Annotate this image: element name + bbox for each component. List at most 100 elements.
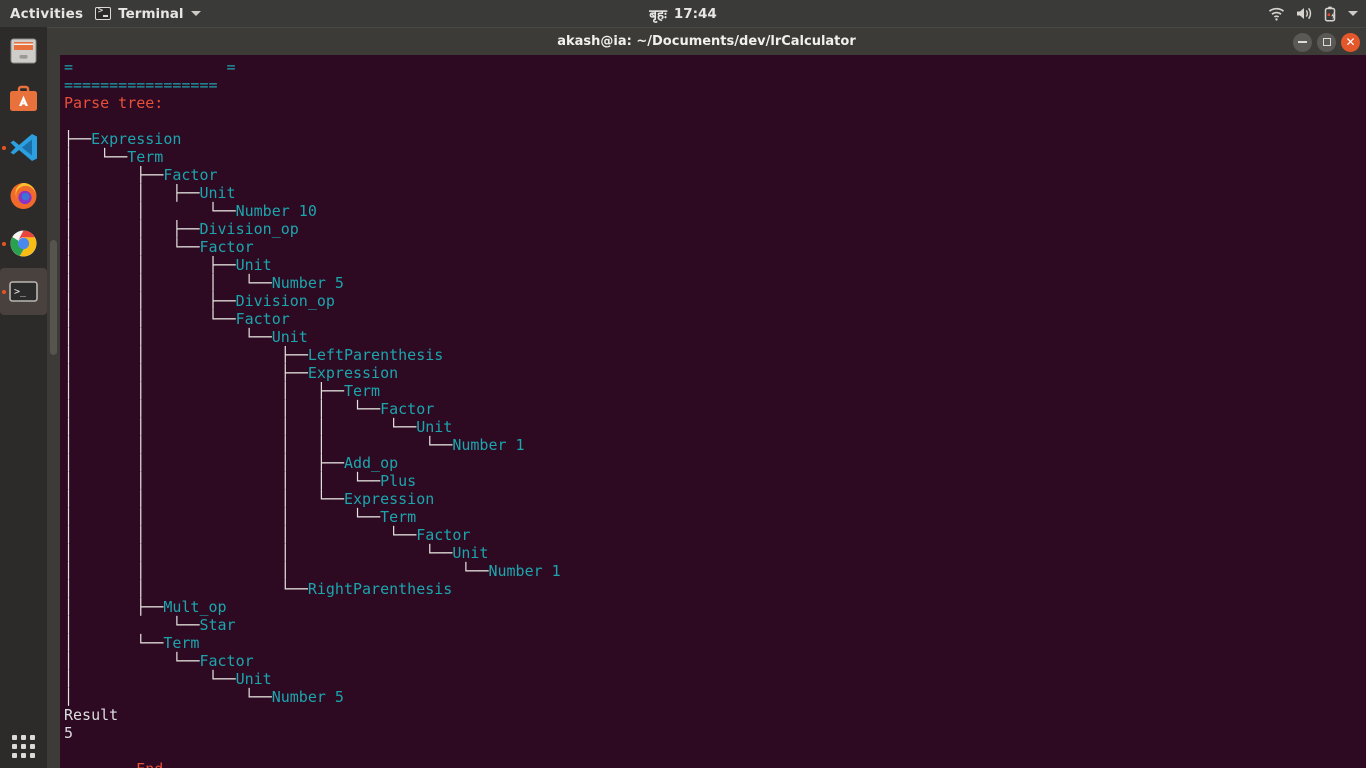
parse-tree-node-label: Plus	[380, 472, 417, 490]
parse-tree-node: │ │ │ ├──Add_op	[64, 454, 399, 472]
clock-day: बृहः	[649, 6, 667, 23]
parse-tree-node-label: Unit	[235, 670, 272, 688]
minimize-icon	[1298, 41, 1307, 43]
parse-tree-node: │ ├──Factor	[64, 166, 218, 184]
terminal-rule-top: = =	[64, 58, 236, 76]
dock-item-files[interactable]	[0, 28, 47, 75]
dock-item-chrome[interactable]	[0, 220, 47, 267]
parse-tree-node: │ └──Star	[64, 616, 236, 634]
dock-item-firefox[interactable]	[0, 172, 47, 219]
parse-tree-node-label: Expression	[307, 364, 399, 382]
maximize-icon	[1322, 38, 1331, 46]
parse-tree-node-label: Factor	[416, 526, 471, 544]
chevron-down-icon[interactable]	[1348, 11, 1358, 16]
parse-tree-node-label: Factor	[163, 166, 218, 184]
parse-tree-node: │ └──Term	[64, 634, 200, 652]
vscode-icon	[6, 130, 41, 165]
clock-area[interactable]: बृहः 17:44	[0, 0, 1366, 27]
parse-tree-node: │ └──Factor	[64, 652, 254, 670]
parse-tree-node: │ │ └──Factor	[64, 238, 254, 256]
parse-tree-node-label: Expression	[91, 130, 182, 148]
parse-tree-node: ├──Expression	[64, 130, 182, 148]
parse-tree-node: │ │ │ │ └──Number 1	[64, 436, 525, 454]
parse-tree-node-label: Number 1	[452, 436, 525, 454]
parse-tree-node: │ │ │ └──Number 1	[64, 562, 561, 580]
parse-tree-node: │ │ ├──Division_op	[64, 220, 299, 238]
grid-dot	[21, 753, 26, 758]
parse-tree-node-label: Unit	[235, 256, 272, 274]
maximize-button[interactable]	[1317, 32, 1336, 52]
terminal-rule-solid: =================	[64, 76, 218, 94]
parse-tree-node: │ ├──Mult_op	[64, 598, 227, 616]
close-icon: ✕	[1345, 35, 1356, 49]
wifi-icon[interactable]	[1268, 7, 1285, 21]
parse-tree-node: │ │ ├──Unit	[64, 184, 236, 202]
result-label: Result	[64, 706, 119, 724]
window-controls: ✕	[1293, 28, 1360, 56]
parse-tree-node-label: Factor	[380, 400, 435, 418]
parse-tree-node-label: Number 5	[271, 274, 344, 292]
parse-tree-node: │ └──Unit	[64, 670, 272, 688]
parse-tree-node: │ │ └──Number 10	[64, 202, 317, 220]
grid-dot	[21, 735, 26, 740]
terminal-screen[interactable]: = = ================= Parse tree: ├──Expre…	[60, 55, 1366, 768]
parse-tree-node: │ │ └──Unit	[64, 328, 308, 346]
grid-dot	[12, 753, 17, 758]
window-titlebar[interactable]: akash@ia: ~/Documents/dev/lrCalculator ✕	[47, 27, 1366, 55]
app-menu-label: Terminal	[118, 5, 184, 22]
footer-partial-line: End	[64, 760, 1366, 768]
parse-tree-node-label: LeftParenthesis	[307, 346, 444, 364]
parse-tree-node-label: Division_op	[235, 292, 335, 310]
parse-tree-node: │ │ │ └──Term	[64, 508, 417, 526]
parse-tree-node: │ │ │ │ └──Plus	[64, 472, 417, 490]
app-menu-terminal[interactable]: Terminal	[95, 5, 201, 22]
result-value: 5	[64, 724, 74, 742]
show-applications-button[interactable]	[6, 729, 41, 764]
ubuntu-software-icon	[6, 82, 41, 117]
launcher-dock: >_	[0, 27, 47, 768]
files-icon	[6, 34, 41, 69]
terminal-icon: >_	[6, 274, 41, 309]
terminal-icon	[95, 6, 112, 20]
parse-tree-node: │ │ ├──Expression	[64, 364, 399, 382]
terminal-scrollbar[interactable]	[47, 55, 60, 768]
parse-tree-node-label: Star	[199, 616, 236, 634]
parse-tree-node-label: Expression	[343, 490, 435, 508]
parse-tree-node-label: Unit	[416, 418, 453, 436]
grid-dot	[30, 753, 35, 758]
battery-charging-icon[interactable]	[1324, 6, 1337, 22]
close-button[interactable]: ✕	[1341, 32, 1360, 52]
parse-tree-node-label: Factor	[199, 652, 254, 670]
parse-tree-node-label: RightParenthesis	[307, 580, 453, 598]
window-title: akash@ia: ~/Documents/dev/lrCalculator	[557, 34, 856, 49]
minimize-button[interactable]	[1293, 32, 1312, 52]
grid-dot	[12, 744, 17, 749]
terminal-window: akash@ia: ~/Documents/dev/lrCalculator ✕…	[47, 27, 1366, 768]
gnome-top-bar: Activities Terminal बृहः 17:44	[0, 0, 1366, 27]
parse-tree-node: │ └──Term	[64, 148, 164, 166]
firefox-icon	[6, 178, 41, 213]
dock-item-terminal[interactable]: >_	[0, 268, 47, 315]
grid-dot	[12, 735, 17, 740]
parse-tree-node: │ │ │ └──Unit	[64, 544, 489, 562]
dock-item-software[interactable]	[0, 76, 47, 123]
parse-tree-node-label: Term	[380, 508, 417, 526]
dock-item-vscode[interactable]	[0, 124, 47, 171]
parse-tree-node-label: Term	[343, 382, 381, 400]
activities-button[interactable]: Activities	[0, 6, 95, 22]
scrollbar-thumb[interactable]	[50, 240, 57, 355]
parse-tree-node-label: Factor	[199, 238, 254, 256]
parse-tree-node-label: Number 5	[271, 688, 344, 706]
parse-tree-node: │ │ │ │ └──Factor	[64, 400, 435, 418]
parse-tree-node: │ │ ├──LeftParenthesis	[64, 346, 444, 364]
system-tray[interactable]	[1268, 0, 1358, 27]
parse-tree-heading: Parse tree:	[64, 94, 164, 112]
parse-tree-node-label: Unit	[452, 544, 489, 562]
parse-tree-node: │ │ ├──Unit	[64, 256, 272, 274]
volume-icon[interactable]	[1296, 6, 1313, 21]
parse-tree-node-label: Number 1	[488, 562, 561, 580]
parse-tree-node: │ │ │ └──Number 5	[64, 274, 344, 292]
grid-dot	[30, 735, 35, 740]
